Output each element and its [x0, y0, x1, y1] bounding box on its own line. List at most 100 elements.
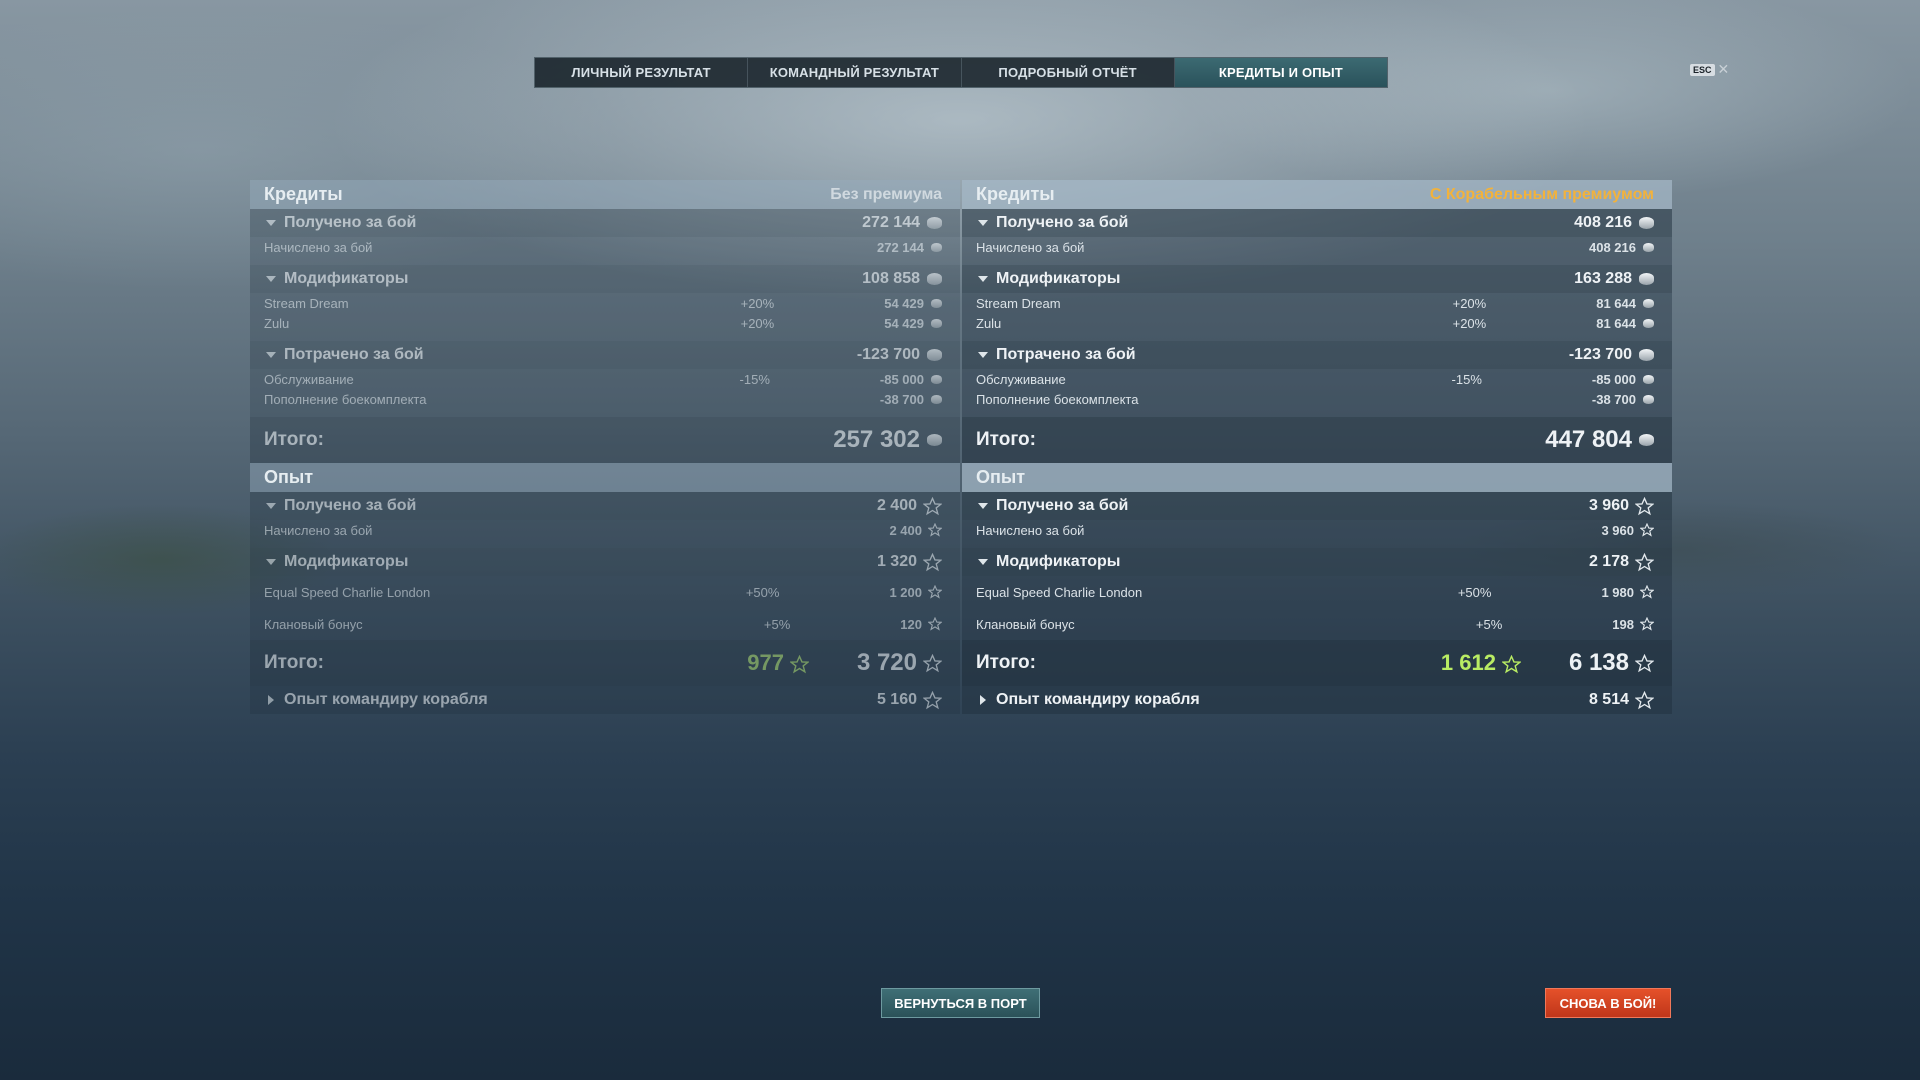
- tab-bar: ЛИЧНЫЙ РЕЗУЛЬТАТ КОМАНДНЫЙ РЕЗУЛЬТАТ ПОД…: [534, 57, 1388, 88]
- credits-icon: [1639, 349, 1654, 361]
- xp-star-icon: [1635, 552, 1654, 571]
- row-percent: +50%: [745, 584, 780, 600]
- tab-credits-xp[interactable]: КРЕДИТЫ И ОПЫТ: [1174, 58, 1387, 87]
- xp-star-icon: [1635, 690, 1654, 709]
- credits-icon: [927, 434, 942, 446]
- xp-title: Опыт: [976, 467, 1026, 487]
- credits-title: Кредиты: [976, 184, 1055, 204]
- xp-earned-row: Начислено за бой 3 960: [962, 520, 1672, 540]
- row-label: Stream Dream: [264, 295, 349, 311]
- tab-team-result[interactable]: КОМАНДНЫЙ РЕЗУЛЬТАТ: [748, 58, 962, 87]
- xp-title: Опыт: [264, 467, 314, 487]
- row-value: -38 700: [879, 391, 924, 407]
- group-value: 1 320: [876, 553, 917, 570]
- credits-spent-group[interactable]: Потрачено за бой -123 700: [962, 341, 1672, 369]
- row-label: Клановый бонус: [976, 616, 1075, 632]
- row-value: 1 200: [889, 584, 922, 600]
- esc-close-button[interactable]: ESC ✕: [1690, 61, 1729, 78]
- battle-again-button[interactable]: СНОВА В БОЙ!: [1545, 988, 1671, 1018]
- collapse-triangle-icon: [978, 503, 988, 509]
- credits-icon: [1643, 394, 1654, 404]
- group-label: Модификаторы: [284, 553, 409, 570]
- credits-icon: [927, 217, 942, 229]
- credits-earned-row: Начислено за бой 408 216: [962, 237, 1672, 257]
- xp-star-icon: [1640, 617, 1654, 631]
- row-value: 2 400: [889, 522, 922, 538]
- xp-modifiers-group[interactable]: Модификаторы 1 320: [250, 548, 960, 576]
- credits-icon: [1639, 273, 1654, 285]
- tab-personal-result[interactable]: ЛИЧНЫЙ РЕЗУЛЬТАТ: [535, 58, 749, 87]
- row-label: Обслуживание: [264, 371, 354, 387]
- xp-star-icon: [928, 585, 942, 599]
- credits-header: Кредиты С Корабельным премиумом: [962, 180, 1672, 209]
- commander-xp-group[interactable]: Опыт командиру корабля 8 514: [962, 686, 1672, 714]
- credits-icon: [927, 273, 942, 285]
- group-label: Потрачено за бой: [284, 346, 424, 363]
- credits-icon: [931, 394, 942, 404]
- group-value: 272 144: [862, 214, 920, 231]
- row-percent: +5%: [763, 616, 791, 632]
- credits-header: Кредиты Без премиума: [250, 180, 960, 209]
- xp-star-icon: [923, 496, 942, 515]
- credits-total: Итого: 447 804: [962, 417, 1672, 463]
- row-label: Начислено за бой: [976, 239, 1085, 255]
- row-label: Zulu: [264, 315, 290, 331]
- group-label: Опыт командиру корабля: [996, 691, 1200, 708]
- row-percent: +20%: [740, 295, 775, 311]
- xp-star-icon: [923, 552, 942, 571]
- row-percent: -15%: [1451, 371, 1482, 387]
- close-icon: ✕: [1717, 61, 1730, 77]
- row-percent: +50%: [1457, 584, 1492, 600]
- xp-header: Опыт: [250, 463, 960, 492]
- expand-triangle-icon: [268, 695, 274, 705]
- xp-star-icon: [928, 523, 942, 537]
- xp-modifiers-group[interactable]: Модификаторы 2 178: [962, 548, 1672, 576]
- service-row: Обслуживание -15% -85 000: [250, 369, 960, 389]
- row-value: 272 144: [877, 239, 924, 255]
- credits-icon: [1643, 318, 1654, 328]
- free-xp-star-icon: [789, 654, 809, 674]
- credits-icon: [931, 298, 942, 308]
- row-label: Начислено за бой: [264, 239, 373, 255]
- credits-earned-group[interactable]: Получено за бой 272 144: [250, 209, 960, 237]
- tab-detailed-report[interactable]: ПОДРОБНЫЙ ОТЧЁТ: [962, 58, 1175, 87]
- group-label: Получено за бой: [996, 214, 1129, 231]
- group-value: 163 288: [1574, 270, 1632, 287]
- row-value: -85 000: [1591, 371, 1636, 387]
- xp-earned-group[interactable]: Получено за бой 3 960: [962, 492, 1672, 520]
- credits-icon: [1643, 374, 1654, 384]
- group-value: 2 400: [876, 497, 917, 514]
- row-label: Начислено за бой: [264, 522, 373, 538]
- credits-icon: [931, 242, 942, 252]
- group-value: -123 700: [856, 346, 920, 363]
- collapse-triangle-icon: [978, 220, 988, 226]
- xp-star-icon: [923, 690, 942, 709]
- modifier-row: Zulu +20% 81 644: [962, 313, 1672, 333]
- ammo-row: Пополнение боекомплекта -38 700: [962, 389, 1672, 409]
- group-value: -123 700: [1568, 346, 1632, 363]
- commander-xp-group[interactable]: Опыт командиру корабля 5 160: [250, 686, 960, 714]
- credits-icon: [1643, 242, 1654, 252]
- modifier-row: Stream Dream +20% 81 644: [962, 293, 1672, 313]
- premium-status: Без премиума: [830, 185, 942, 203]
- group-label: Получено за бой: [284, 214, 417, 231]
- credits-modifiers-group[interactable]: Модификаторы 108 858: [250, 265, 960, 293]
- credits-icon: [931, 374, 942, 384]
- xp-star-icon: [1635, 653, 1654, 672]
- row-percent: +20%: [1452, 295, 1487, 311]
- group-label: Модификаторы: [284, 270, 409, 287]
- xp-earned-group[interactable]: Получено за бой 2 400: [250, 492, 960, 520]
- xp-star-icon: [1635, 496, 1654, 515]
- collapse-triangle-icon: [978, 352, 988, 358]
- return-to-port-button[interactable]: ВЕРНУТЬСЯ В ПОРТ: [881, 988, 1040, 1018]
- free-xp-value: 977: [747, 650, 809, 676]
- collapse-triangle-icon: [978, 276, 988, 282]
- row-value: 54 429: [884, 315, 924, 331]
- modifier-row: Stream Dream +20% 54 429: [250, 293, 960, 313]
- row-label: Начислено за бой: [976, 522, 1085, 538]
- credits-icon: [1639, 217, 1654, 229]
- row-value: 54 429: [884, 295, 924, 311]
- credits-modifiers-group[interactable]: Модификаторы 163 288: [962, 265, 1672, 293]
- credits-earned-group[interactable]: Получено за бой 408 216: [962, 209, 1672, 237]
- credits-spent-group[interactable]: Потрачено за бой -123 700: [250, 341, 960, 369]
